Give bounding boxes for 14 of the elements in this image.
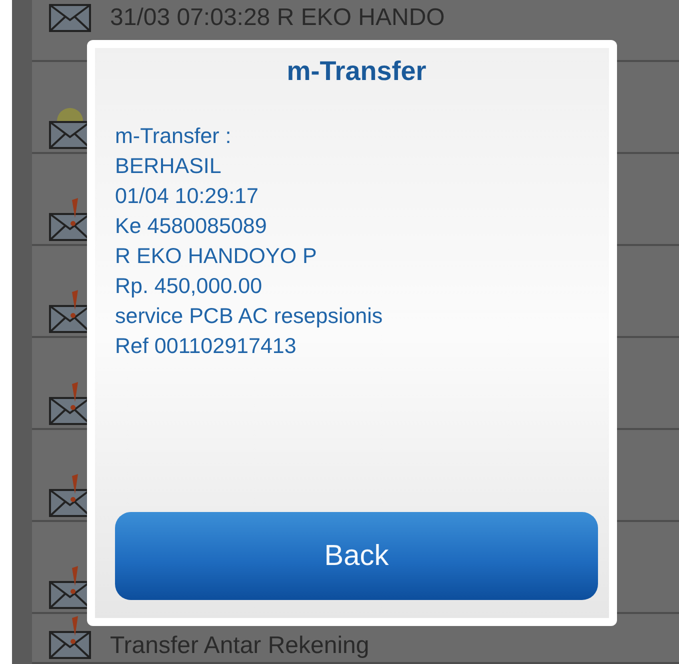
message-line: BERHASIL [115, 153, 222, 180]
message-line: Rp. 450,000.00 [115, 273, 264, 300]
envelope-alert-icon [48, 614, 92, 660]
message-line: R EKO HANDOYO P [115, 243, 318, 270]
message-line: Ref 001102917413 [115, 333, 298, 360]
message-line: m-Transfer : [115, 123, 232, 150]
message-text: 31/03 07:03:28 R EKO HANDO [110, 4, 445, 32]
message-line: service PCB AC resepsionis [115, 303, 384, 330]
back-button[interactable]: Back [115, 512, 598, 600]
envelope-icon [48, 4, 92, 32]
message-line: 01/04 10:29:17 [115, 183, 260, 210]
message-line: Ke 4580085089 [115, 213, 268, 240]
message-text: Transfer Antar Rekening [110, 632, 370, 660]
dialog-title: m-Transfer [286, 56, 428, 87]
